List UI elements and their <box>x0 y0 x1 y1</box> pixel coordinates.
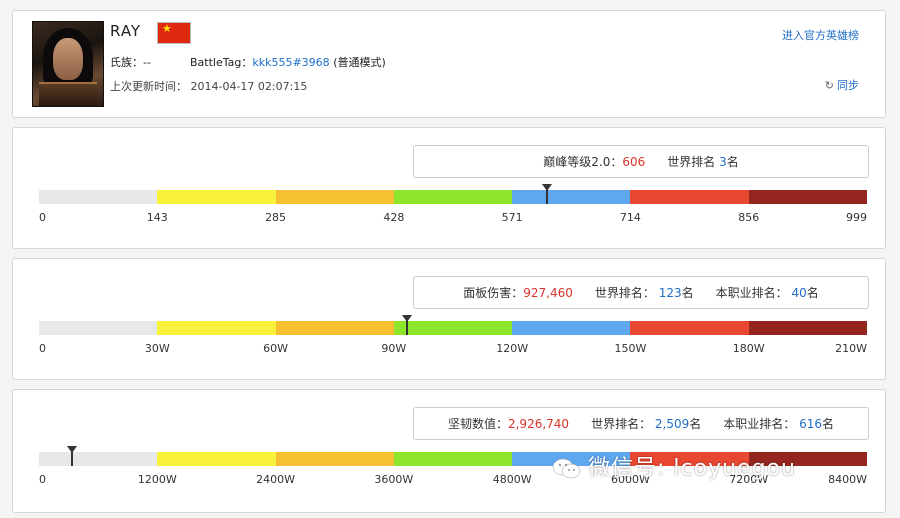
scale-tick-label: 150W <box>614 342 647 355</box>
scale-tick-label: 143 <box>146 211 168 224</box>
battletag-field: BattleTag：kkk555#3968 (普通模式) <box>190 54 386 70</box>
profile-card: RAY ★ 氏族：-- BattleTag：kkk555#3968 (普通模式)… <box>12 10 886 118</box>
profile-info-row: 氏族：-- BattleTag：kkk555#3968 (普通模式) <box>110 54 386 70</box>
hero-avatar <box>32 21 104 107</box>
scale-tick-label: 210W <box>835 342 867 355</box>
stat-item: 世界排名： 2,509名 <box>591 417 702 431</box>
scale-tick-label: 8400W <box>828 473 867 486</box>
game-mode: (普通模式) <box>333 56 386 69</box>
sync-button[interactable]: ↻ 同步 <box>825 77 859 93</box>
stat-item: 坚韧数值：2,926,740 <box>447 417 570 431</box>
scale-tick-label: 428 <box>383 211 405 224</box>
paragon-level-card: 巅峰等级2.0：606 世界排名 3名 0 143 285 428 571 714 856 9… <box>12 127 886 249</box>
scale-tick-label: 999 <box>846 211 867 224</box>
stat-item: 世界排名 3名 <box>667 155 739 169</box>
stat-info-box: 面板伤害：927,460 世界排名： 123名 本职业排名： 40名 <box>413 276 869 309</box>
sync-label: 同步 <box>837 79 859 92</box>
progress-scale-bar <box>39 321 867 335</box>
stat-item: 世界排名： 123名 <box>594 286 694 300</box>
scale-tick-label: 4800W <box>492 473 532 486</box>
scale-tick-label: 714 <box>619 211 641 224</box>
scale-tick-label: 30W <box>144 342 170 355</box>
scale-tick-label: 120W <box>496 342 529 355</box>
scale-tick-label: 60W <box>263 342 288 355</box>
scale-tick-label: 90W <box>381 342 407 355</box>
scale-ticks: 0 30W 60W 90W 120W 150W 180W 210W <box>13 342 885 356</box>
scale-ticks: 0 143 285 428 571 714 856 999 <box>13 211 885 225</box>
official-hero-ranking-link[interactable]: 进入官方英雄榜 <box>782 27 859 43</box>
scale-tick-label: 571 <box>501 211 523 224</box>
battletag-label: BattleTag： <box>190 56 253 69</box>
scale-tick-label: 1200W <box>137 473 177 486</box>
battletag-link[interactable]: kkk555#3968 <box>252 56 329 69</box>
stat-item: 本职业排名： 40名 <box>715 286 819 300</box>
stat-item: 本职业排名： 616名 <box>723 417 835 431</box>
progress-scale-bar <box>39 190 867 204</box>
hero-name: RAY <box>110 22 142 40</box>
stat-info-box: 坚韧数值：2,926,740 世界排名： 2,509名 本职业排名： 616名 <box>413 407 869 440</box>
refresh-icon: ↻ <box>824 79 834 92</box>
scale-tick-label: 180W <box>732 342 765 355</box>
wechat-icon <box>552 458 581 479</box>
clan-label: 氏族：-- <box>110 56 151 69</box>
scale-tick-label: 2400W <box>256 473 295 486</box>
china-flag-icon: ★ <box>157 22 191 44</box>
wechat-watermark: 微信号: lcoyuegou <box>552 450 796 482</box>
last-update-time: 上次更新时间： 2014-04-17 02:07:15 <box>110 80 308 93</box>
stat-item: 面板伤害：927,460 <box>463 286 573 300</box>
scale-tick-label: 0 <box>39 473 46 486</box>
stat-item: 巅峰等级2.0：606 <box>543 155 646 169</box>
scale-tick-label: 856 <box>738 211 760 224</box>
stat-info-box: 巅峰等级2.0：606 世界排名 3名 <box>413 145 869 178</box>
scale-tick-label: 0 <box>39 342 46 355</box>
scale-tick-label: 0 <box>39 211 46 224</box>
scale-tick-label: 285 <box>265 211 287 224</box>
scale-tick-label: 3600W <box>374 473 414 486</box>
damage-card: 面板伤害：927,460 世界排名： 123名 本职业排名： 40名 0 30W 6… <box>12 258 886 380</box>
